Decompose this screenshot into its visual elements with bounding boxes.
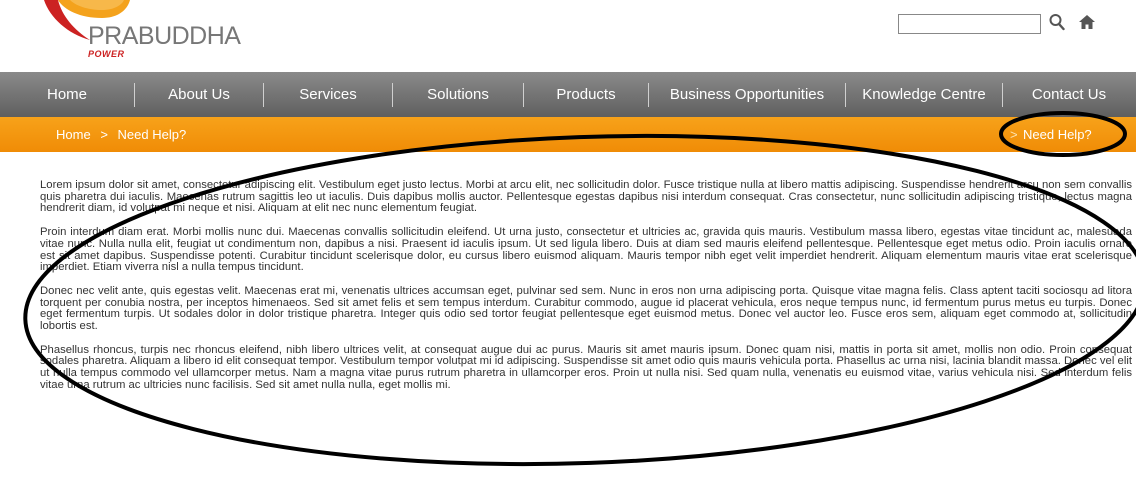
nav-home[interactable]: Home [0,72,134,117]
nav-contact-us[interactable]: Contact Us [1003,72,1135,117]
breadcrumb-arrow-icon: > [1010,127,1018,142]
breadcrumb-home-link[interactable]: Home [56,127,91,142]
content-paragraph: Phasellus rhoncus, turpis nec rhoncus el… [40,343,1132,391]
nav-products[interactable]: Products [524,72,648,117]
nav-business-opportunities[interactable]: Business Opportunities [649,72,845,117]
need-help-link[interactable]: Need Help? [1023,127,1092,142]
search-icon[interactable] [1049,13,1065,31]
content-paragraph: Lorem ipsum dolor sit amet, consectetur … [40,179,1132,215]
logo-tagline: POWER [88,49,125,59]
content-paragraph: Donec nec velit ante, quis egestas velit… [40,284,1132,333]
home-icon[interactable] [1078,13,1096,31]
main-nav: Home About Us Services Solutions Product… [0,72,1136,117]
search-input[interactable] [898,14,1041,34]
breadcrumb-separator: > [100,127,108,142]
nav-about-us[interactable]: About Us [135,72,263,117]
main-content: Lorem ipsum dolor sit amet, consectetur … [40,179,1132,404]
breadcrumb-bar: Home > Need Help? > Need Help? [0,117,1136,152]
site-header: PRABUDDHA POWER [0,0,1136,70]
content-paragraph: Proin interdum diam erat. Morbi mollis n… [40,226,1132,274]
breadcrumb: Home > Need Help? [56,127,192,142]
nav-solutions[interactable]: Solutions [393,72,523,117]
nav-services[interactable]: Services [264,72,392,117]
site-logo[interactable]: PRABUDDHA POWER [40,0,270,66]
logo-wordmark: PRABUDDHA [88,22,241,50]
breadcrumb-current: Need Help? [117,127,187,142]
nav-knowledge-centre[interactable]: Knowledge Centre [846,72,1002,117]
